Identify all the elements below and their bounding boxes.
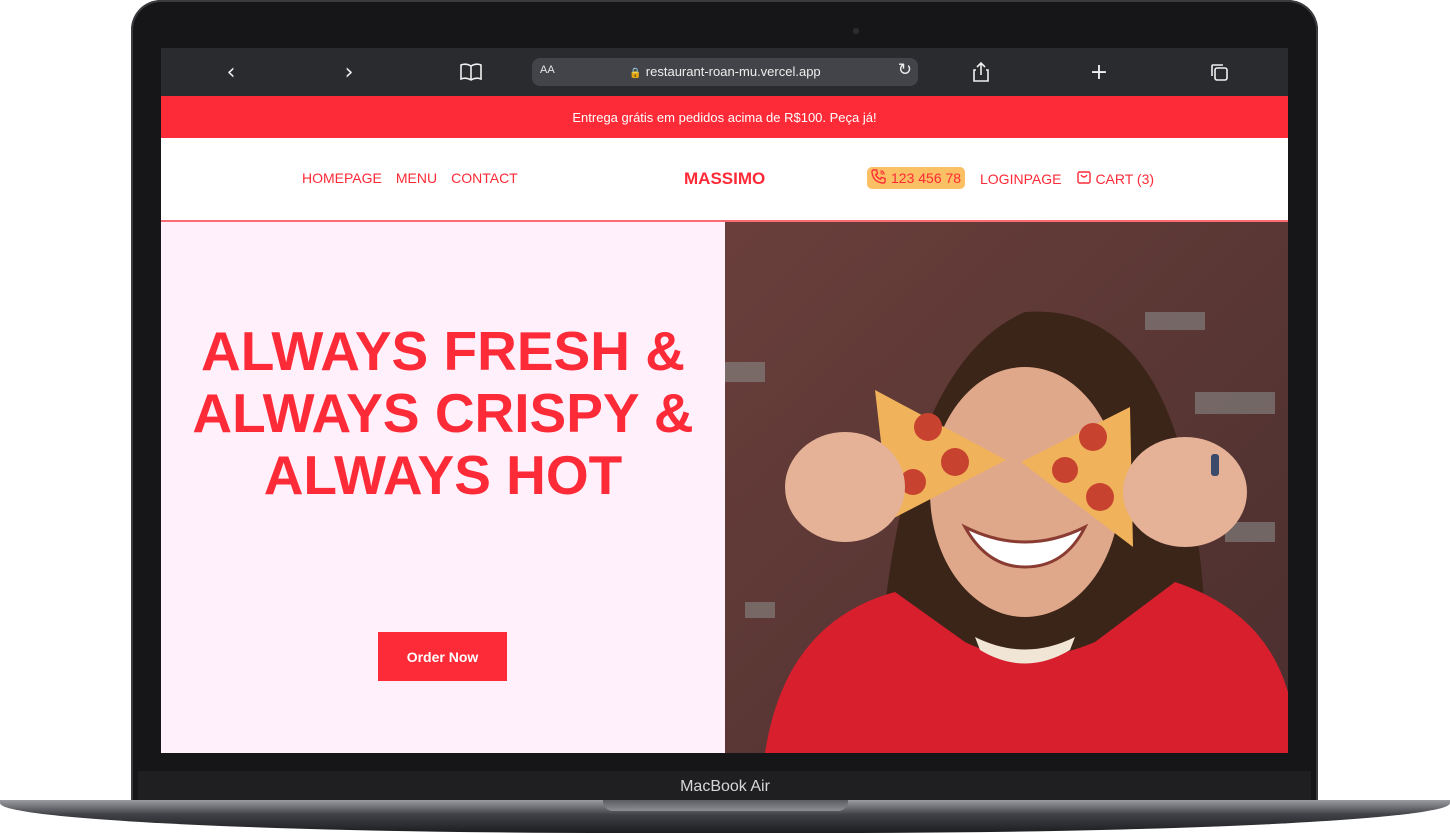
plus-icon[interactable]: + — [1079, 48, 1119, 96]
site-header: HOMEPAGE MENU CONTACT MASSIMO 123 456 78… — [161, 138, 1288, 222]
book-icon[interactable] — [451, 48, 491, 96]
laptop-notch — [603, 800, 848, 811]
tabs-icon[interactable] — [1199, 48, 1239, 96]
order-now-button[interactable]: Order Now — [378, 632, 507, 681]
cart-link[interactable]: CART (3) — [1077, 170, 1154, 187]
hero-image — [725, 222, 1288, 753]
device-label: MacBook Air — [680, 778, 770, 795]
url-text: restaurant-roan-mu.vercel.app — [645, 64, 821, 79]
nav-left: HOMEPAGE MENU CONTACT — [302, 170, 518, 186]
shopping-bag-icon — [1077, 170, 1092, 187]
reload-icon[interactable]: ↻ — [898, 60, 912, 80]
cart-label: CART (3) — [1095, 170, 1155, 187]
promo-banner: Entrega grátis em pedidos acima de R$100… — [161, 96, 1288, 138]
promo-text: Entrega grátis em pedidos acima de R$100… — [572, 109, 877, 125]
nav-login[interactable]: LOGINPAGE — [980, 171, 1061, 187]
lock-icon: 🔒 — [629, 68, 642, 79]
brand-logo[interactable]: MASSIMO — [684, 169, 765, 189]
nav-right: LOGINPAGE CART (3) — [980, 170, 1154, 187]
browser-screen: ‹ › AA 🔒 restaurant-roan-mu.vercel.app ↻ … — [161, 48, 1288, 753]
camera — [853, 28, 859, 34]
address-bar[interactable]: AA 🔒 restaurant-roan-mu.vercel.app ↻ — [532, 58, 918, 86]
nav-contact[interactable]: CONTACT — [451, 170, 518, 186]
share-icon[interactable] — [961, 48, 1001, 96]
chevron-left-icon[interactable]: ‹ — [211, 48, 251, 96]
phone-badge[interactable]: 123 456 78 — [867, 167, 966, 189]
chevron-right-icon[interactable]: › — [329, 48, 369, 96]
hero-title: ALWAYS FRESH & ALWAYS CRISPY & ALWAYS HO… — [192, 320, 694, 506]
phone-icon — [871, 169, 886, 187]
pizza-person-photo — [725, 222, 1288, 753]
nav-homepage[interactable]: HOMEPAGE — [302, 170, 382, 186]
hero-text-panel: ALWAYS FRESH & ALWAYS CRISPY & ALWAYS HO… — [161, 222, 725, 753]
phone-number: 123 456 78 — [891, 170, 962, 186]
browser-toolbar: ‹ › AA 🔒 restaurant-roan-mu.vercel.app ↻ … — [161, 48, 1288, 96]
nav-menu[interactable]: MENU — [396, 170, 437, 186]
